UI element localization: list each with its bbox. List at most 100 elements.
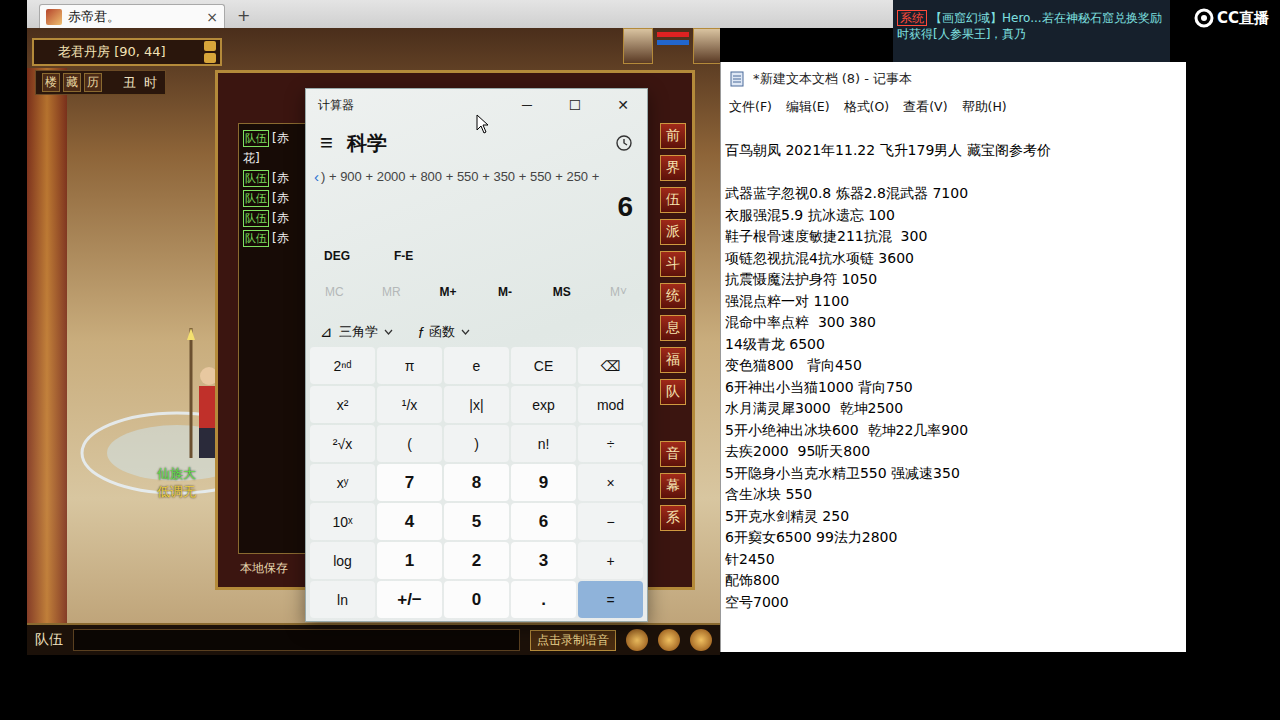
calc-key[interactable]: ⌫: [578, 347, 643, 384]
note-line: 水月满灵犀3000 乾坤2500: [725, 398, 1182, 420]
mouse-cursor-icon: [476, 114, 490, 134]
menu-round-icon[interactable]: [658, 629, 680, 651]
new-tab-button[interactable]: +: [231, 6, 256, 28]
menu-button[interactable]: ≡: [320, 130, 333, 156]
calc-key[interactable]: exp: [511, 386, 576, 423]
calc-key[interactable]: 7: [377, 464, 442, 501]
history-icon[interactable]: [615, 134, 633, 152]
toolbar-button[interactable]: 楼: [42, 73, 60, 92]
calc-key[interactable]: +/−: [377, 581, 442, 618]
calc-key[interactable]: CE: [511, 347, 576, 384]
avatar-icon[interactable]: [623, 28, 653, 64]
calc-key[interactable]: ²√x: [310, 425, 375, 462]
note-line: 14级青龙 6500: [725, 334, 1182, 356]
calc-key[interactable]: 4: [377, 503, 442, 540]
calc-key[interactable]: ×: [578, 464, 643, 501]
notepad-title: *新建文本文档 (8) - 记事本: [753, 70, 912, 88]
calc-key[interactable]: 8: [444, 464, 509, 501]
calculator-window[interactable]: 计算器─☐✕≡科学‹) + 900 + 2000 + 800 + 550 + 3…: [305, 88, 648, 622]
mp-bar: [657, 40, 689, 45]
avatar-icon[interactable]: [693, 28, 720, 64]
menu-item[interactable]: 文件(F): [729, 99, 772, 116]
calc-key[interactable]: (: [377, 425, 442, 462]
side-button[interactable]: 音: [660, 441, 686, 467]
tab-close-button[interactable]: ×: [206, 9, 218, 25]
side-button[interactable]: 幕: [660, 473, 686, 499]
side-button[interactable]: 统: [660, 283, 686, 309]
side-button[interactable]: 斗: [660, 251, 686, 277]
menu-round-icon[interactable]: [690, 629, 712, 651]
calc-key[interactable]: −: [578, 503, 643, 540]
map-zoom-icon[interactable]: [204, 41, 216, 51]
window-control-button[interactable]: ─: [503, 97, 551, 113]
calc-key[interactable]: 2ⁿᵈ: [310, 347, 375, 384]
calc-key[interactable]: ): [444, 425, 509, 462]
memory-button[interactable]: MS: [533, 285, 590, 299]
calc-key[interactable]: =: [578, 581, 643, 618]
note-line: 6开窫女6500 99法力2800: [725, 527, 1182, 549]
notation-button[interactable]: F-E: [394, 249, 413, 263]
calc-key[interactable]: xʸ: [310, 464, 375, 501]
map-search-icon[interactable]: [204, 53, 216, 63]
side-button[interactable]: 伍: [660, 187, 686, 213]
toolbar-button[interactable]: 藏: [63, 73, 81, 92]
window-control-button[interactable]: ☐: [551, 97, 599, 113]
calc-key[interactable]: 2: [444, 542, 509, 579]
menu-item[interactable]: 查看(V): [903, 99, 947, 116]
side-button[interactable]: 福: [660, 347, 686, 373]
dropdown[interactable]: ⊿三角学: [320, 323, 393, 341]
chat-channel[interactable]: 队伍: [35, 631, 63, 649]
toolbar-button[interactable]: 历: [84, 73, 102, 92]
chat-text: [赤: [272, 210, 289, 227]
calc-key[interactable]: ln: [310, 581, 375, 618]
calc-key[interactable]: 10ˣ: [310, 503, 375, 540]
angle-unit-button[interactable]: DEG: [324, 249, 350, 263]
calc-key[interactable]: 5: [444, 503, 509, 540]
menu-round-icon[interactable]: [626, 629, 648, 651]
voice-record-button[interactable]: 点击录制语音: [530, 630, 616, 651]
window-control-button[interactable]: ✕: [599, 97, 647, 113]
calc-key[interactable]: .: [511, 581, 576, 618]
system-tag: 系统: [897, 10, 927, 26]
side-buttons: 前界伍派斗统息福队音幕系: [660, 123, 686, 577]
menu-item[interactable]: 编辑(E): [786, 99, 830, 116]
calc-key[interactable]: e: [444, 347, 509, 384]
notepad-icon: [729, 71, 745, 87]
calc-key[interactable]: ÷: [578, 425, 643, 462]
note-line: 强混点粹一对 1100: [725, 291, 1182, 313]
keypad: 2ⁿᵈπeCE⌫ x²¹/x|x|expmod ²√x()n!÷ xʸ789× 10ˣ4…: [306, 347, 647, 621]
browser-tab[interactable]: 赤帝君。×: [39, 4, 225, 28]
calc-key[interactable]: ¹/x: [377, 386, 442, 423]
chat-input[interactable]: [73, 629, 520, 651]
side-button[interactable]: 息: [660, 315, 686, 341]
calc-key[interactable]: |x|: [444, 386, 509, 423]
calc-key[interactable]: 3: [511, 542, 576, 579]
calc-key[interactable]: mod: [578, 386, 643, 423]
calc-key[interactable]: 9: [511, 464, 576, 501]
calc-key[interactable]: n!: [511, 425, 576, 462]
game-time: 丑 时: [123, 74, 159, 92]
player-title: 低调无: [157, 483, 196, 500]
side-button[interactable]: 界: [660, 155, 686, 181]
notepad-text[interactable]: 百鸟朝凤 2021年11.22 飞升179男人 藏宝阁参考价武器蓝字忽视0.8 …: [721, 118, 1186, 613]
side-button[interactable]: 派: [660, 219, 686, 245]
calc-key[interactable]: log: [310, 542, 375, 579]
memory-button[interactable]: M-: [476, 285, 533, 299]
dropdown[interactable]: f函数: [419, 323, 470, 341]
calc-key[interactable]: π: [377, 347, 442, 384]
calc-key[interactable]: x²: [310, 386, 375, 423]
calc-key[interactable]: 6: [511, 503, 576, 540]
menu-item[interactable]: 帮助(H): [962, 99, 1007, 116]
side-button[interactable]: 前: [660, 123, 686, 149]
chat-channel-tag: 队伍: [243, 230, 269, 247]
calc-key[interactable]: 0: [444, 581, 509, 618]
mode-title: 科学: [347, 130, 601, 157]
expression-scroll-button[interactable]: ‹: [314, 168, 319, 185]
memory-button[interactable]: M+: [420, 285, 477, 299]
menu-item[interactable]: 格式(O): [844, 99, 890, 116]
calc-key[interactable]: 1: [377, 542, 442, 579]
calc-key[interactable]: +: [578, 542, 643, 579]
side-button[interactable]: 系: [660, 505, 686, 531]
notepad-window[interactable]: *新建文本文档 (8) - 记事本文件(F) 编辑(E) 格式(O) 查看(V) 帮助(…: [720, 62, 1186, 652]
side-button[interactable]: 队: [660, 379, 686, 405]
